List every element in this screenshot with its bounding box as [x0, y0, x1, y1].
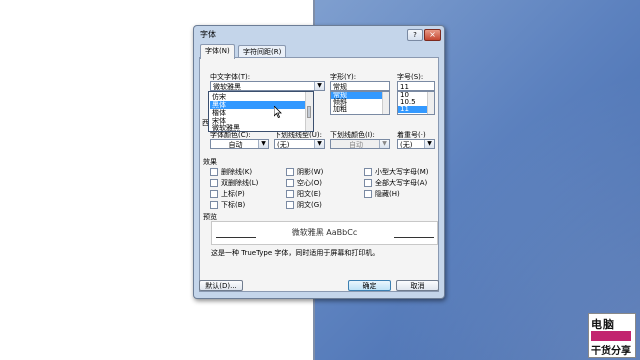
underline-color-value: 自动 — [349, 141, 363, 149]
tab-font[interactable]: 字体(N) — [200, 44, 235, 59]
emphasis-select[interactable]: (无) ▼ — [397, 139, 435, 149]
chevron-down-icon[interactable]: ▼ — [424, 140, 434, 148]
underline-style-select[interactable]: (无) ▼ — [274, 139, 325, 149]
chinese-font-dropdown[interactable]: 仿宋 黑体 楷体 宋体 微软雅黑 — [208, 91, 314, 132]
checkbox-box[interactable] — [286, 201, 294, 209]
underline-color-select[interactable]: 自动 ▼ — [330, 139, 390, 149]
channel-logo: 电脑 干货分享 — [588, 313, 636, 358]
dropdown-item-highlighted[interactable]: 黑体 — [210, 101, 306, 109]
close-button[interactable]: × — [424, 29, 441, 41]
strikethrough-checkbox[interactable]: 删除线(K) — [210, 167, 252, 177]
scrollbar-thumb[interactable] — [307, 106, 311, 118]
checkbox-box[interactable] — [210, 168, 218, 176]
checkbox-label: 阴影(W) — [297, 168, 324, 176]
checkbox-label: 下标(B) — [221, 201, 246, 209]
ok-button[interactable]: 确定 — [348, 280, 391, 291]
chinese-font-combo[interactable]: 微软雅黑 ▼ — [210, 81, 325, 91]
chevron-down-icon[interactable]: ▼ — [314, 140, 324, 148]
emboss-checkbox[interactable]: 阳文(E) — [286, 189, 321, 199]
chevron-down-icon[interactable]: ▼ — [314, 82, 324, 90]
help-button[interactable]: ? — [407, 29, 423, 41]
underline-style-value: (无) — [277, 141, 290, 149]
checkbox-label: 小型大写字母(M) — [375, 168, 429, 176]
font-size-input[interactable]: 11 — [397, 81, 435, 91]
checkbox-label: 双删除线(L) — [221, 179, 259, 187]
font-color-value: 自动 — [228, 141, 243, 149]
list-scrollbar[interactable] — [382, 92, 389, 114]
font-style-list[interactable]: 常规 倾斜 加粗 — [330, 91, 390, 115]
checkbox-label: 阳文(E) — [297, 190, 321, 198]
logo-accent-bar — [591, 331, 631, 341]
checkbox-label: 隐藏(H) — [375, 190, 400, 198]
dialog-titlebar: 字体 ? × — [194, 26, 444, 42]
checkbox-label: 上标(P) — [221, 190, 245, 198]
outline-checkbox[interactable]: 空心(O) — [286, 178, 322, 188]
checkbox-box[interactable] — [364, 190, 372, 198]
all-caps-checkbox[interactable]: 全部大写字母(A) — [364, 178, 427, 188]
checkbox-box[interactable] — [286, 168, 294, 176]
dialog-title: 字体 — [200, 30, 216, 39]
checkbox-label: 阴文(G) — [297, 201, 322, 209]
checkbox-label: 空心(O) — [297, 179, 322, 187]
checkbox-label: 删除线(K) — [221, 168, 253, 176]
hidden-checkbox[interactable]: 隐藏(H) — [364, 189, 400, 199]
chevron-down-icon[interactable]: ▼ — [379, 140, 389, 148]
dropdown-item[interactable]: 微软雅黑 — [210, 124, 306, 132]
double-strikethrough-checkbox[interactable]: 双删除线(L) — [210, 178, 258, 188]
effects-group-title: 效果 — [203, 158, 217, 166]
chevron-down-icon[interactable]: ▼ — [258, 140, 268, 148]
dropdown-item[interactable]: 楷体 — [210, 109, 306, 117]
mouse-cursor-icon — [274, 106, 282, 118]
logo-text-bottom: 干货分享 — [591, 346, 631, 357]
emphasis-value: (无) — [400, 141, 413, 149]
list-scrollbar[interactable] — [427, 92, 434, 114]
checkbox-box[interactable] — [286, 179, 294, 187]
checkbox-box[interactable] — [286, 190, 294, 198]
logo-text-top: 电脑 — [591, 318, 615, 331]
dropdown-scrollbar[interactable] — [305, 92, 313, 131]
font-style-input[interactable]: 常规 — [330, 81, 390, 91]
checkbox-box[interactable] — [364, 179, 372, 187]
preview-note: 这是一种 TrueType 字体，同时适用于屏幕和打印机。 — [211, 249, 380, 257]
checkbox-box[interactable] — [210, 190, 218, 198]
checkbox-box[interactable] — [210, 201, 218, 209]
default-button[interactable]: 默认(D)... — [199, 280, 243, 291]
font-size-list[interactable]: 10 10.5 11 — [397, 91, 435, 115]
preview-box: 微软雅黑 AaBbCc — [211, 221, 438, 245]
list-item[interactable]: 加粗 — [331, 106, 389, 113]
font-color-select[interactable]: 自动 ▼ — [210, 139, 269, 149]
shadow-checkbox[interactable]: 阴影(W) — [286, 167, 323, 177]
checkbox-box[interactable] — [364, 168, 372, 176]
checkbox-box[interactable] — [210, 179, 218, 187]
dropdown-item[interactable]: 仿宋 — [210, 93, 306, 101]
engrave-checkbox[interactable]: 阴文(G) — [286, 200, 322, 210]
preview-baseline-right — [394, 237, 434, 238]
small-caps-checkbox[interactable]: 小型大写字母(M) — [364, 167, 429, 177]
subscript-checkbox[interactable]: 下标(B) — [210, 200, 245, 210]
superscript-checkbox[interactable]: 上标(P) — [210, 189, 245, 199]
chinese-font-value: 微软雅黑 — [213, 83, 241, 91]
checkbox-label: 全部大写字母(A) — [375, 179, 428, 187]
cancel-button[interactable]: 取消 — [396, 280, 439, 291]
